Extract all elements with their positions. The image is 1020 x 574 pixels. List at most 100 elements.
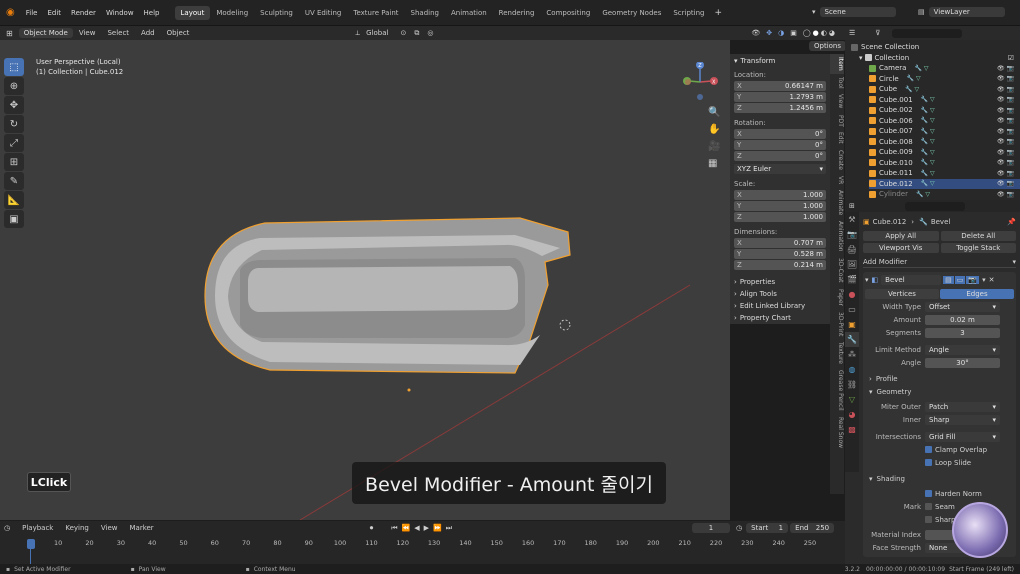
angle-field[interactable]: 30°	[925, 357, 1000, 368]
outliner-item[interactable]: Cylinder 🔧 ▽ 👁 📷	[869, 189, 1020, 200]
visibility-icon[interactable]: 👁 📷	[997, 170, 1014, 177]
material-tab-icon[interactable]: ◕	[845, 407, 859, 422]
menu-timeline-view[interactable]: View	[95, 524, 124, 532]
menu-help[interactable]: Help	[139, 9, 165, 17]
prev-key-icon[interactable]: ⏪	[402, 524, 411, 532]
menu-select[interactable]: Select	[101, 29, 135, 37]
modifier-icon[interactable]: 🔧 ▽	[921, 159, 935, 166]
tab-vr[interactable]: VR	[830, 173, 844, 187]
menu-add[interactable]: Add	[135, 29, 161, 37]
modifier-icon[interactable]: 🔧 ▽	[916, 191, 930, 198]
miter-outer-dropdown[interactable]: Patch ▾	[925, 401, 1000, 412]
scale-icon[interactable]: ⤢	[4, 134, 24, 152]
current-frame-field[interactable]: 1	[692, 523, 731, 533]
render-tab-icon[interactable]: 📷	[845, 227, 859, 242]
modifier-icon[interactable]: 🔧 ▽	[921, 96, 935, 103]
tab-3dprint[interactable]: 3D-Print	[830, 309, 844, 339]
visibility-icon[interactable]: 👁 📷	[997, 107, 1014, 114]
section-property-chart[interactable]: › Property Chart	[734, 314, 826, 322]
tab-view[interactable]: View	[830, 91, 844, 111]
select-box-icon[interactable]: ⬚	[4, 58, 24, 76]
menu-playback[interactable]: Playback	[16, 524, 59, 532]
tab-modeling[interactable]: Modeling	[210, 6, 254, 20]
menu-window[interactable]: Window	[101, 9, 139, 17]
inner-dropdown[interactable]: Sharp ▾	[925, 414, 1000, 425]
location-x[interactable]: X 0.66147 m	[734, 81, 826, 91]
xray-icon[interactable]: ▣	[790, 29, 797, 37]
location-y[interactable]: Y 1.2793 m	[734, 92, 826, 102]
outliner-editor-icon[interactable]: ☰	[849, 29, 855, 37]
rendered-shading-icon[interactable]: ◕	[829, 29, 835, 37]
modifier-icon[interactable]: 🔧 ▽	[914, 65, 928, 72]
outliner-item[interactable]: Cube.008 🔧 ▽ 👁 📷	[869, 137, 1020, 148]
3d-viewport[interactable]: User Perspective (Local) (1) Collection …	[0, 40, 730, 520]
apply-all-button[interactable]: Apply All	[863, 231, 939, 241]
viewport-vis-button[interactable]: Viewport Vis	[863, 243, 939, 253]
tab-create[interactable]: Create	[830, 147, 844, 173]
rotation-y[interactable]: Y 0°	[734, 140, 826, 150]
close-icon[interactable]: ✕	[989, 276, 995, 284]
cursor-icon[interactable]: ⊕	[4, 77, 24, 95]
scene-name[interactable]: Scene	[819, 7, 896, 17]
pin-icon[interactable]: 📌	[1007, 218, 1016, 226]
visibility-icon[interactable]: 👁 📷	[997, 191, 1014, 198]
scale-y[interactable]: Y 1.000	[734, 201, 826, 211]
tab-geometry-nodes[interactable]: Geometry Nodes	[596, 6, 667, 20]
proportional-icon[interactable]: ◎	[427, 29, 433, 37]
transform-header[interactable]: ▾ Transform	[734, 57, 826, 65]
tab-animation[interactable]: Animation	[445, 6, 493, 20]
options-dropdown[interactable]: Options	[809, 41, 847, 51]
visibility-icon[interactable]: 👁 📷	[997, 96, 1014, 103]
outliner-item[interactable]: Cube.010 🔧 ▽ 👁 📷	[869, 158, 1020, 169]
menu-file[interactable]: File	[21, 9, 43, 17]
jump-start-icon[interactable]: ⏮	[391, 524, 397, 533]
menu-edit[interactable]: Edit	[42, 9, 66, 17]
outliner-search-input[interactable]	[892, 28, 963, 38]
viewlayer-selector[interactable]: ▤ ViewLayer	[918, 7, 1005, 17]
play-reverse-icon[interactable]: ◀	[414, 524, 419, 532]
end-frame-field[interactable]: End 250	[790, 523, 835, 533]
outliner-item[interactable]: Cube.006 🔧 ▽ 👁 📷	[869, 116, 1020, 127]
menu-marker[interactable]: Marker	[123, 524, 159, 532]
dimensions-x[interactable]: X 0.707 m	[734, 238, 826, 248]
start-frame-field[interactable]: Start 1	[746, 523, 789, 533]
pan-hand-icon[interactable]: ✋	[708, 121, 720, 138]
outliner-item[interactable]: Cube.012 🔧 ▽ 👁 📷	[869, 178, 1020, 189]
rotation-x[interactable]: X 0°	[734, 129, 826, 139]
visibility-icon[interactable]: 👁 📷	[997, 117, 1014, 124]
material-shading-icon[interactable]: ◐	[821, 29, 827, 37]
pivot-icon[interactable]: ⊙	[400, 29, 406, 37]
section-edit-linked-library[interactable]: › Edit Linked Library	[734, 302, 826, 310]
zoom-icon[interactable]: 🔍	[708, 104, 720, 121]
location-z[interactable]: Z 1.2456 m	[734, 103, 826, 113]
tab-item[interactable]: Item	[830, 54, 844, 74]
properties-editor-icon[interactable]: ⊞	[849, 202, 855, 210]
delete-all-button[interactable]: Delete All	[940, 231, 1016, 241]
axis-gizmo[interactable]: X Z	[680, 61, 720, 108]
timeline-editor-icon[interactable]: ◷	[4, 524, 10, 532]
tab-grease-pencil[interactable]: Grease Pencil	[830, 367, 844, 414]
orientation-dropdown[interactable]: Global	[360, 29, 394, 37]
snap-icon[interactable]: ⧉	[414, 29, 419, 38]
tab-animation-side[interactable]: Animation	[830, 218, 844, 255]
record-icon[interactable]: ⏺	[370, 524, 374, 533]
play-icon[interactable]: ▶	[424, 524, 429, 532]
tab-pdt[interactable]: PDT	[830, 112, 844, 130]
tab-uv-editing[interactable]: UV Editing	[299, 6, 348, 20]
world-tab-icon[interactable]: ●	[845, 287, 859, 302]
collapse-icon[interactable]: ▾	[865, 276, 869, 284]
ortho-grid-icon[interactable]: ▦	[708, 155, 720, 172]
modifier-icon[interactable]: 🔧 ▽	[921, 180, 935, 187]
properties-search-input[interactable]	[904, 201, 965, 211]
rotate-icon[interactable]: ↻	[4, 115, 24, 133]
rotation-mode-dropdown[interactable]: XYZ Euler ▾	[734, 164, 826, 174]
physics-tab-icon[interactable]: ◍	[845, 362, 859, 377]
menu-object[interactable]: Object	[161, 29, 196, 37]
visibility-icon[interactable]: 👁 📷	[997, 65, 1014, 72]
collection-row[interactable]: ▾ Collection ☑	[851, 53, 1020, 64]
tab-layout[interactable]: Layout	[174, 5, 211, 20]
segments-field[interactable]: 3	[925, 327, 1000, 338]
sharp-checkbox[interactable]	[925, 516, 932, 523]
modifier-icon[interactable]: 🔧 ▽	[921, 138, 935, 145]
modifier-icon[interactable]: 🔧 ▽	[905, 86, 919, 93]
